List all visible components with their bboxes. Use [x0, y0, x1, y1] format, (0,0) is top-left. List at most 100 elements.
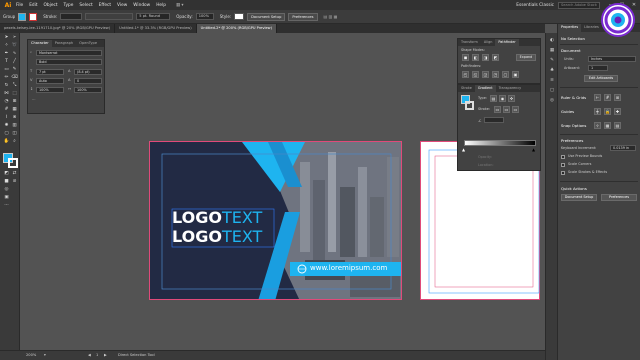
- default-colors-icon[interactable]: ◩: [3, 171, 10, 177]
- menu-object[interactable]: Object: [44, 3, 58, 8]
- horizontal-scale-input[interactable]: 100%: [74, 87, 102, 93]
- artboard-tool-icon[interactable]: ▢: [3, 131, 10, 137]
- menu-view[interactable]: View: [117, 3, 127, 8]
- leading-input[interactable]: (8.4 pt): [74, 69, 102, 75]
- layers-panel-icon[interactable]: ≡: [548, 77, 556, 84]
- hand-tool-icon[interactable]: ✋: [3, 139, 10, 145]
- align-icons[interactable]: ▤ ▥ ▦: [324, 14, 338, 19]
- tab-pathfinder[interactable]: Pathfinder: [495, 39, 519, 46]
- grid-icon[interactable]: #: [604, 94, 611, 101]
- gradient-stop-right[interactable]: ▲: [532, 147, 535, 152]
- unite-icon[interactable]: ◼: [462, 54, 469, 61]
- screen-mode-icon[interactable]: ▣: [3, 195, 10, 201]
- menu-help[interactable]: Help: [156, 3, 166, 8]
- font-family-select[interactable]: Montserrat: [36, 50, 102, 56]
- opacity-input[interactable]: 100%: [195, 13, 214, 20]
- artboard-business-card[interactable]: LOGOTEXT LOGOTEXT www.loremipsum.com: [149, 141, 402, 300]
- graphic-style-swatch[interactable]: [234, 13, 245, 20]
- menu-edit[interactable]: Edit: [29, 3, 37, 8]
- tab-transform[interactable]: Transform: [458, 39, 481, 46]
- tab-libraries[interactable]: Libraries: [581, 24, 602, 32]
- artboards-panel-icon[interactable]: ▢: [548, 87, 556, 94]
- menu-effect[interactable]: Effect: [99, 3, 111, 8]
- expand-button[interactable]: Expand: [516, 54, 536, 61]
- char-options-icon[interactable]: ⋯: [32, 98, 36, 102]
- gradient-tool-icon[interactable]: ▦: [11, 107, 18, 113]
- zoom-dropdown-icon[interactable]: ▾: [44, 353, 46, 357]
- stroke-across-icon[interactable]: ▭: [512, 106, 519, 113]
- stroke-weight-input[interactable]: [60, 13, 83, 20]
- show-guides-icon[interactable]: ╪: [594, 108, 601, 115]
- document-setup-button[interactable]: Document Setup: [247, 12, 286, 21]
- curvature-tool-icon[interactable]: ∿: [11, 51, 18, 57]
- mesh-tool-icon[interactable]: #: [3, 107, 10, 113]
- artboard-select[interactable]: 1: [588, 65, 608, 71]
- variable-width-profile[interactable]: [85, 13, 134, 20]
- stroke-color-swatch[interactable]: [8, 158, 18, 168]
- edit-toolbar-icon[interactable]: ⋯: [3, 203, 10, 209]
- logo-line-2[interactable]: LOGOTEXT: [172, 228, 262, 246]
- minus-front-icon[interactable]: ◧: [472, 54, 479, 61]
- pen-tool-icon[interactable]: ✒: [3, 51, 10, 57]
- tab-paragraph[interactable]: Paragraph: [52, 40, 76, 47]
- divide-icon[interactable]: ◰: [462, 71, 469, 78]
- symbol-sprayer-icon[interactable]: ✺: [3, 123, 10, 129]
- color-panel-icon[interactable]: ◐: [548, 37, 556, 44]
- keyboard-increment-input[interactable]: 0.0139 in: [610, 145, 636, 151]
- linear-gradient-icon[interactable]: ▤: [490, 95, 497, 102]
- pencil-tool-icon[interactable]: ✏: [3, 75, 10, 81]
- graph-tool-icon[interactable]: ▥: [11, 123, 18, 129]
- snap-point-icon[interactable]: ⊹: [594, 122, 601, 129]
- minus-back-icon[interactable]: ▣: [512, 71, 519, 78]
- width-tool-icon[interactable]: ⋈: [3, 91, 10, 97]
- merge-icon[interactable]: ◲: [482, 71, 489, 78]
- magic-wand-icon[interactable]: ✧: [3, 43, 10, 49]
- selection-tool-icon[interactable]: ➤: [3, 35, 10, 41]
- crop-icon[interactable]: ◳: [492, 71, 499, 78]
- quick-doc-setup-button[interactable]: Document Setup: [561, 194, 597, 201]
- blend-tool-icon[interactable]: ⊗: [11, 115, 18, 121]
- lock-guides-icon[interactable]: 🔒: [604, 108, 611, 115]
- snap-pixel-icon[interactable]: ▤: [614, 122, 621, 129]
- lasso-tool-icon[interactable]: ➰: [11, 43, 18, 49]
- pixel-grid-icon[interactable]: ⊞: [614, 94, 621, 101]
- scale-strokes-checkbox[interactable]: [561, 171, 565, 175]
- rulers-icon[interactable]: ⊢: [594, 94, 601, 101]
- rectangle-tool-icon[interactable]: ▭: [3, 67, 10, 73]
- trim-icon[interactable]: ◱: [472, 71, 479, 78]
- fill-swatch[interactable]: [18, 12, 27, 21]
- gradient-slider[interactable]: [464, 140, 536, 146]
- vertical-scale-input[interactable]: 100%: [36, 87, 64, 93]
- font-style-select[interactable]: Bold: [36, 59, 102, 65]
- preview-bounds-checkbox[interactable]: [561, 155, 565, 159]
- stroke-along-icon[interactable]: ▭: [503, 106, 510, 113]
- radial-gradient-icon[interactable]: ◉: [499, 95, 506, 102]
- outline-icon[interactable]: ▢: [502, 71, 509, 78]
- tab-stroke[interactable]: Stroke: [458, 85, 475, 92]
- stock-search-input[interactable]: Search Adobe Stock: [558, 1, 600, 9]
- exclude-icon[interactable]: ◩: [492, 54, 499, 61]
- snap-grid-icon[interactable]: ▦: [604, 122, 611, 129]
- symbols-panel-icon[interactable]: ♣: [548, 67, 556, 74]
- draw-mode-icon[interactable]: ◎: [3, 187, 10, 193]
- tab-gradient[interactable]: Gradient: [474, 85, 496, 92]
- rotate-tool-icon[interactable]: ↻: [3, 83, 10, 89]
- tab-document-1[interactable]: pexels-kelsey-lee-1191710.jpg* @ 20% (RG…: [0, 24, 116, 33]
- logo-line-1[interactable]: LOGOTEXT: [172, 209, 262, 227]
- artboard-prev-icon[interactable]: ◀: [88, 353, 91, 357]
- tab-document-2[interactable]: Untitled-1* @ 33.3% (RGB/GPU Preview): [115, 24, 197, 33]
- tab-opentype[interactable]: OpenType: [76, 40, 100, 47]
- gradient-stroke-swatch[interactable]: [465, 101, 474, 110]
- tab-properties[interactable]: Properties: [558, 24, 582, 32]
- preferences-button[interactable]: Preferences: [288, 12, 318, 21]
- kerning-input[interactable]: Auto: [36, 78, 64, 84]
- swap-colors-icon[interactable]: ⇄: [11, 171, 18, 177]
- menu-window[interactable]: Window: [133, 3, 150, 8]
- workspace-switcher[interactable]: Essentials Classic: [516, 3, 554, 8]
- quick-preferences-button[interactable]: Preferences: [601, 194, 637, 201]
- tab-document-3[interactable]: Untitled-2* @ 200% (RGB/GPU Preview): [196, 24, 278, 33]
- artboard-next-icon[interactable]: ▶: [104, 353, 107, 357]
- eyedropper-tool-icon[interactable]: ⌇: [3, 115, 10, 121]
- none-color-icon[interactable]: ⊘: [11, 179, 18, 185]
- freeform-gradient-icon[interactable]: ✣: [508, 95, 515, 102]
